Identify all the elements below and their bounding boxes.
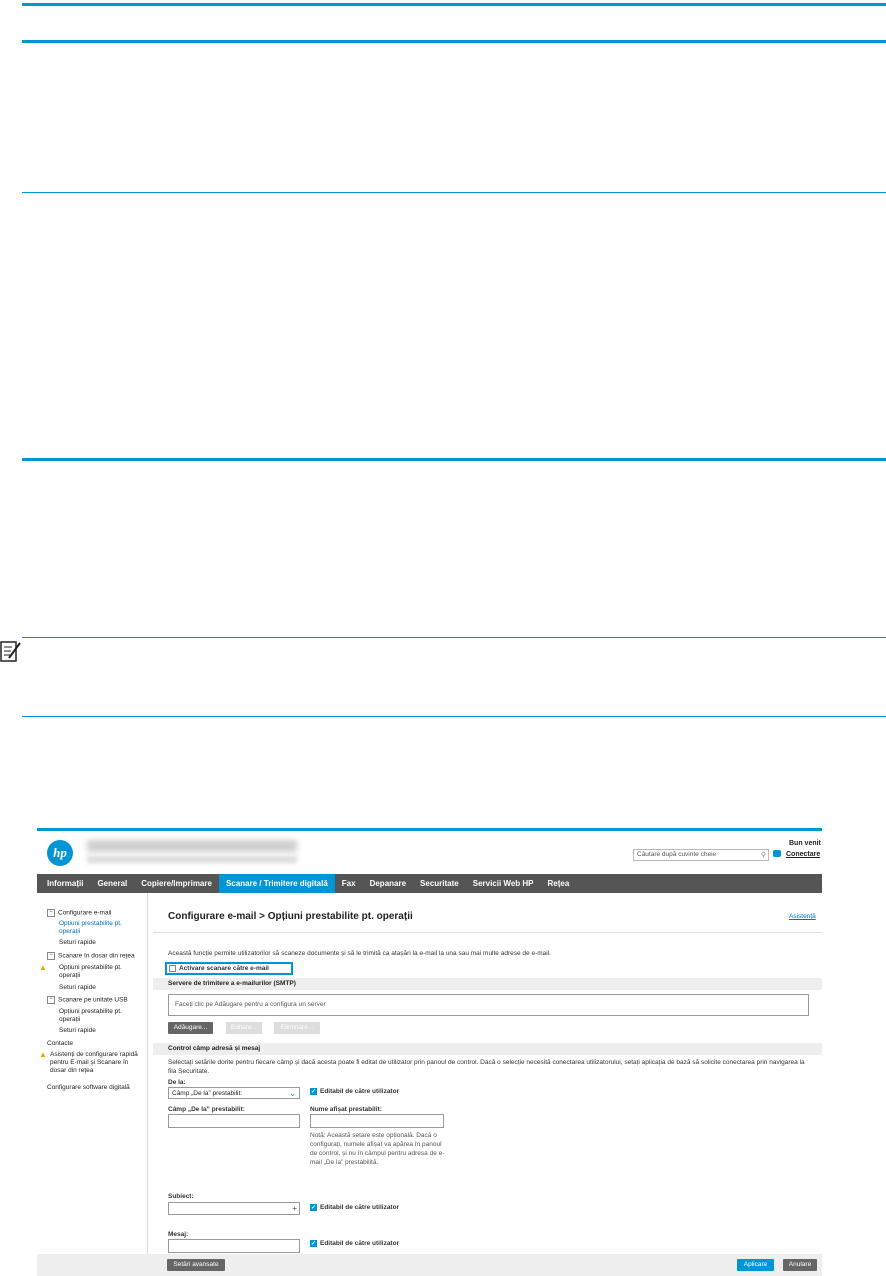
main-nav: Informații General Copiere/Imprimare Sca… [37,874,822,893]
sign-in-link[interactable]: Conectare [786,851,820,858]
checkbox-icon[interactable]: ✓ [310,1088,317,1095]
tab-security[interactable]: Securitate [413,874,466,893]
footer-bar: Setări avansate Aplicare Anulare [37,1254,822,1276]
page-top-rule [22,3,886,6]
tab-info[interactable]: Informații [37,874,90,893]
title-divider [153,932,822,933]
page-title: Configurare e-mail > Opțiuni prestabilit… [168,911,413,922]
tab-scan-digital-send[interactable]: Scanare / Trimitere digitală [218,874,335,893]
tab-fax[interactable]: Fax [335,874,363,893]
sidebar-item-email-setup[interactable]: − Configurare e-mail [47,909,155,918]
checkbox-icon[interactable] [169,965,176,972]
ews-screenshot: hp Căutare după cuvinte cheie ⚲ Bun venit… [37,828,822,1276]
display-name-note: Notă: Această setare este opțională. Dac… [310,1132,445,1166]
section-rule-2 [22,192,886,193]
sidebar-item-folder-quick-sets[interactable]: Seturi rapide [59,984,167,992]
sidebar-item-usb-job-options[interactable]: Opțiuni prestabilite pt. operații [59,1008,139,1024]
note-rule-top [22,637,886,638]
tab-hp-web-services[interactable]: Servicii Web HP [466,874,541,893]
default-from-input[interactable] [168,1114,300,1128]
search-icon[interactable]: ⚲ [761,851,766,861]
subject-editable-checkbox[interactable]: ✓ Editabil de către utilizator [310,1204,399,1211]
section-rule-3 [22,458,886,461]
display-name-label: Nume afișat prestabilit: [310,1106,382,1113]
sidebar-item-usb[interactable]: − Scanare pe unitate USB [47,996,155,1005]
smtp-section-header: Servere de trimitere a e-mailurilor (SMT… [153,978,822,990]
address-section-header: Control câmp adresă și mesaj [153,1043,822,1055]
advanced-settings-button[interactable]: Setări avansate [167,1259,225,1271]
message-label: Mesaj: [168,1231,189,1238]
sidebar: − Configurare e-mail Opțiuni prestabilite… [37,893,148,1276]
note-rule-bottom [22,716,886,717]
sidebar-item-network-folder[interactable]: − Scanare în dosar din rețea [47,952,155,961]
display-name-input[interactable] [310,1114,444,1128]
tab-general[interactable]: General [90,874,134,893]
hp-logo: hp [47,840,73,866]
collapse-icon[interactable]: − [47,909,55,917]
chevron-down-icon[interactable]: ⌄ [289,1088,296,1099]
sidebar-item-usb-quick-sets[interactable]: Seturi rapide [59,1027,167,1035]
sidebar-item-folder-job-options[interactable]: ▲ Opțiuni prestabilite pt. operații [39,963,147,980]
note-icon [0,641,21,662]
checkbox-icon[interactable]: ✓ [310,1204,317,1211]
cancel-button[interactable]: Anulare [783,1259,817,1271]
warning-icon: ▲ [39,1050,47,1059]
subject-label: Subiect: [168,1193,194,1200]
tab-copy-print[interactable]: Copiere/Imprimare [134,874,219,893]
subject-input[interactable]: + [168,1202,300,1215]
from-select[interactable]: Câmp „De la” prestabilit: ⌄ [168,1087,300,1099]
printer-name-blurred [87,840,297,852]
sidebar-item-digital-software[interactable]: Configurare software digitală [47,1084,155,1092]
sidebar-item-contacts[interactable]: Contacte [47,1040,155,1048]
message-input[interactable] [168,1239,300,1253]
add-server-button[interactable]: Adăugare... [168,1022,213,1034]
default-from-label: Câmp „De la” prestabilit: [168,1106,245,1113]
warning-icon: ▲ [39,963,47,972]
smtp-server-list[interactable]: Faceți clic pe Adăugare pentru a configu… [168,994,809,1016]
sidebar-item-email-quick-sets[interactable]: Seturi rapide [59,939,167,947]
main-content: Configurare e-mail > Opțiuni prestabilit… [153,893,822,1276]
welcome-text: Bun venit [789,840,821,847]
collapse-icon[interactable]: − [47,996,55,1004]
collapse-icon[interactable]: − [47,952,55,960]
description-text: Această funcție permite utilizatorilor s… [168,950,551,957]
from-label: De la: [168,1079,186,1086]
apply-button[interactable]: Aplicare [737,1259,774,1271]
tab-networking[interactable]: Rețea [541,874,577,893]
tab-troubleshooting[interactable]: Depanare [363,874,413,893]
from-editable-checkbox[interactable]: ✓ Editabil de către utilizator [310,1088,399,1095]
printer-info-blurred [87,856,297,863]
chat-icon[interactable] [773,850,781,857]
sidebar-item-quick-setup[interactable]: ▲ Asistenți de configurare rapidă pentru … [39,1050,147,1075]
help-link[interactable]: Asistență [789,913,816,920]
edit-server-button[interactable]: Editare... [226,1022,262,1034]
search-input[interactable]: Căutare după cuvinte cheie ⚲ [633,849,769,861]
add-token-icon[interactable]: + [292,1203,297,1214]
enable-scan-checkbox[interactable]: Activare scanare către e-mail [165,962,293,976]
section-rule-1 [22,40,886,43]
checkbox-icon[interactable]: ✓ [310,1240,317,1247]
sidebar-item-email-job-options[interactable]: Opțiuni prestabilite pt. operații [59,920,139,936]
screenshot-top-rule [37,828,822,831]
message-editable-checkbox[interactable]: ✓ Editabil de către utilizator [310,1240,399,1247]
address-description: Selectați setările dorite pentru fiecare… [168,1059,805,1075]
remove-server-button[interactable]: Eliminare... [274,1022,320,1034]
